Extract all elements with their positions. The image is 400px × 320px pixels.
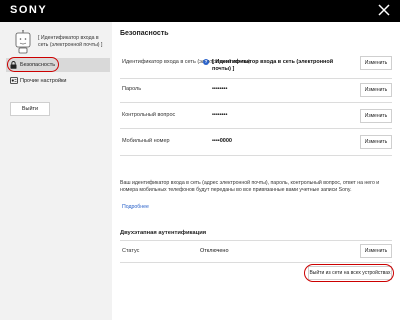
row-value-login-id: [ Идентификатор входа в сеть (электронно…	[212, 59, 334, 72]
sidebar: [ Идентификатор входа в сеть (электронно…	[0, 22, 112, 320]
change-security-question-button[interactable]: Изменить	[360, 109, 392, 123]
row-value-status: Отключено	[200, 248, 229, 254]
signout-all-devices-button[interactable]: Выйти из сети на всех устройствах	[308, 266, 392, 280]
logout-button[interactable]: Выйти	[10, 102, 50, 116]
row-label-status: Статус	[122, 248, 140, 254]
row-value-password: ••••••••	[212, 86, 228, 92]
divider	[120, 78, 392, 79]
main-panel: Безопасность Идентификатор входа в сеть …	[112, 22, 400, 320]
close-icon[interactable]	[376, 2, 392, 18]
top-bar: SONY	[0, 0, 400, 22]
row-value-security-question: ••••••••	[212, 112, 228, 118]
change-two-factor-button[interactable]: Изменить	[360, 244, 392, 258]
sidebar-item-other-settings[interactable]: Прочие настройки	[6, 75, 110, 87]
sidebar-item-label: Прочие настройки	[20, 78, 67, 84]
sidebar-item-label: Безопасность	[20, 62, 56, 68]
change-login-id-button[interactable]: Изменить	[360, 56, 392, 70]
change-password-button[interactable]: Изменить	[360, 83, 392, 97]
lock-icon	[10, 61, 17, 69]
page-title: Безопасность	[120, 30, 169, 37]
settings-card-icon	[10, 77, 18, 84]
divider	[120, 262, 392, 263]
divider	[120, 102, 392, 103]
row-label-mobile-number: Мобильный номер	[122, 138, 170, 144]
row-label-security-question: Контрольный вопрос	[122, 112, 176, 118]
brand-logo: SONY	[10, 4, 48, 16]
divider	[120, 240, 392, 241]
divider	[120, 128, 392, 129]
robot-avatar-icon	[14, 30, 32, 54]
sidebar-item-security[interactable]: Безопасность	[6, 58, 110, 72]
account-id: [ Идентификатор входа в сеть (электронно…	[38, 35, 103, 48]
divider	[120, 155, 392, 156]
row-label-password: Пароль	[122, 86, 142, 92]
info-note: Ваш идентификатор входа в сеть (адрес эл…	[120, 180, 380, 193]
help-icon[interactable]: ?	[203, 59, 209, 65]
close-button[interactable]	[376, 2, 392, 18]
change-mobile-number-button[interactable]: Изменить	[360, 135, 392, 149]
row-value-mobile-number: ••••0000	[212, 138, 232, 144]
more-info-link[interactable]: Подробнее	[122, 204, 149, 210]
two-factor-title: Двухэтапная аутентификация	[120, 230, 207, 236]
